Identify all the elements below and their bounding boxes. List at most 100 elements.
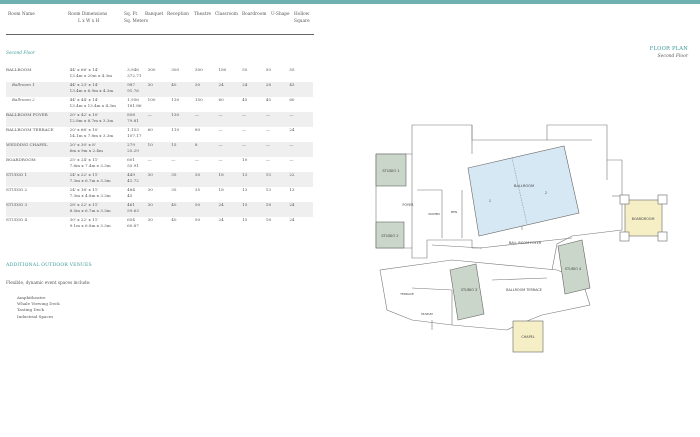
classroom-cell: 18 [218,172,243,187]
studio-3-label: STUDIO 3 [461,288,477,292]
table-row: Ballroom 1 44' x 23' x 14' 13.4m x 6.9m x … [6,82,313,97]
u-shape-cell: 18 [265,217,271,222]
boardroom-cell: — [242,142,266,157]
room-dimensions-cell: 44' x 66' x 14' 13.4m x 20m x 4.3m [69,67,112,78]
table-row: BOARDROOM 25' x 24' x 11' 7.6m x 7.4m x 3.… [6,157,313,172]
theatre-cell: 150 [194,97,203,102]
outdoor-venues-title: ADDITIONAL OUTDOOR VENUES [6,263,92,268]
boardroom-cell: 10 [242,157,248,162]
reception-cell: 35 [171,187,177,192]
room-dimensions-cell: 20' x 66' x 10' 14.1m x 7.8m x 3.3m [69,127,114,138]
men-label: MEN [451,210,457,214]
hollow-square-cell: 13 [289,187,295,192]
room-dimensions-cell: 44' x 23' x 14' 13.4m x 6.9m x 4.3m [69,82,128,97]
boardroom-cell: — [242,127,247,132]
ballroom-1-label: 1 [489,199,491,203]
floor-plan-subtitle: Second Floor [657,54,688,59]
table-row: BALLROOM 44' x 66' x 14' 13.4m x 20m x 4.3… [6,67,313,82]
floor-plan-title: FLOOR PLAN [649,46,688,52]
room-name-cell: STUDIO 2 [6,187,28,192]
reception-cell: 40 [171,217,177,222]
room-area-cell: 279 25.29 [127,142,148,157]
hollow-square-cell: — [289,157,294,162]
reception-cell: 110 [171,127,180,132]
studio-4-label: STUDIO 4 [565,267,581,271]
u-shape-cell: — [265,142,290,157]
room-name-cell: Ballroom 1 [6,82,70,97]
boardroom-cell: 13 [242,172,266,187]
banquet-cell: 10 [147,142,172,157]
chapel-label: CHAPEL [521,335,534,339]
header-hollow-square: Hollow Square [294,12,310,24]
outdoor-venues-text: Flexible, dynamic event spaces include: [6,280,91,285]
boardroom-corner [657,194,668,205]
u-shape-cell: 15 [265,172,290,187]
boardroom-cell: 15 [242,202,266,217]
reception-cell: 130 [171,97,180,102]
ballroom-foyer-label: BALL ROOM FOYER [509,241,542,245]
room-area-cell: 1,153 107.17 [127,127,142,138]
banquet-cell: 30 [147,187,153,192]
room-dimensions-cell: 20' x 42' x 10' 12.8m x 8.7m x 3.3m [69,112,128,127]
ballroom-room [467,145,580,237]
floor-plan-drawing: STUDIO 1 STUDIO 2 FOYER WOMEN MEN BALLRO… [375,124,668,353]
banquet-cell: 60 [147,127,153,132]
table-row: WEDDING CHAPEL 20' x 30' x 8' 6m x 9m x 2.… [6,142,313,157]
museum-label: MUSEUM [421,312,433,316]
table-row: STUDIO 3 28' x 22' x 11' 8.5m x 6.7m x 3.3… [6,202,313,217]
room-name-cell: STUDIO 3 [6,202,70,217]
u-shape-cell: 50 [265,67,271,72]
hollow-square-cell: — [289,142,313,157]
room-name-cell: STUDIO 4 [6,217,28,222]
classroom-cell: — [218,142,243,157]
theatre-cell: 80 [194,127,201,132]
room-area-cell: 1,956 181.86 [127,97,142,108]
header-classroom: Classroom [215,12,238,17]
theatre-cell: 30 [194,82,219,97]
theatre-cell: 300 [194,67,203,72]
theatre-cell: 50 [194,217,201,222]
banquet-cell: — [147,112,172,127]
theatre-cell: — [194,157,199,162]
interior-wall [411,287,453,291]
classroom-cell: 24 [218,82,243,97]
classroom-cell: 24 [218,202,243,217]
table-row: BALLROOM FOYER 20' x 42' x 10' 12.8m x 8.7… [6,112,313,127]
boardroom-label: BOARDROOM [632,217,655,221]
boardroom-corner [619,231,630,242]
table-row: STUDIO 4 30' x 22' x 11' 9.1m x 6.8m x 3.3… [6,217,313,232]
classroom-cell: — [218,112,243,127]
theatre-cell: 8 [194,142,219,157]
room-dimensions-cell: 25' x 24' x 11' 7.6m x 7.4m x 3.3m [69,157,111,168]
boardroom-cell: 15 [242,217,248,222]
classroom-cell: — [218,157,223,162]
u-shape-cell: 13 [265,187,271,192]
boardroom-corner [619,194,630,205]
outdoor-venues-list: Amphitheatre Whale Viewing Deck Tasting … [17,295,60,320]
room-area-cell: 601 55.91 [127,157,139,168]
studio-1-label: STUDIO 1 [382,169,399,173]
header-room-dimensions: Room Dimensions L x W x H [68,12,108,24]
boardroom-cell: 55 [242,67,248,72]
banquet-cell: — [147,157,152,162]
reception-cell: — [171,157,176,162]
room-name-cell: STUDIO 1 [6,172,70,187]
room-name-cell: BALLROOM FOYER [6,112,70,127]
room-name-cell: WEDDING CHAPEL [6,142,70,157]
room-area-cell: 449 41.72 [127,172,148,187]
classroom-cell: — [218,127,223,132]
room-name-cell: BOARDROOM [6,157,36,162]
room-area-cell: 987 91.76 [127,82,148,97]
header-banquet: Banquet [145,12,164,17]
classroom-cell: 24 [218,217,224,222]
theatre-cell: — [194,112,219,127]
room-area-cell: 654 60.87 [127,217,139,228]
header-boardroom: Boardroom [242,12,267,17]
header-theatre: Theatre [194,12,212,17]
classroom-cell: 180 [218,67,227,72]
room-name-cell: BALLROOM TERRACE [6,127,54,132]
room-name-cell: BALLROOM [6,67,32,72]
rooms-table: BALLROOM 44' x 66' x 14' 13.4m x 20m x 4.3… [6,67,313,232]
u-shape-cell: — [265,127,270,132]
u-shape-cell: — [265,157,270,162]
